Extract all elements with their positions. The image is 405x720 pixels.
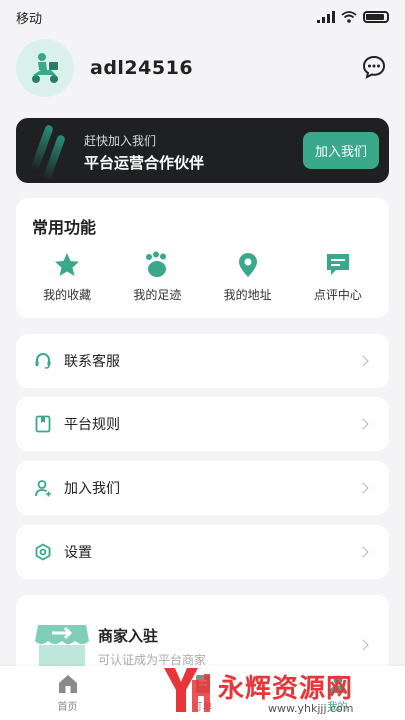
- menu-join-us[interactable]: 加入我们: [16, 461, 389, 515]
- avatar[interactable]: [16, 39, 74, 97]
- profile-header: adl24516: [16, 38, 389, 98]
- function-label: 我的地址: [223, 288, 272, 302]
- star-icon: [55, 253, 80, 276]
- function-label: 我的足迹: [133, 288, 182, 302]
- function-label: 我的收藏: [43, 288, 92, 302]
- menu-settings[interactable]: 设置: [16, 525, 389, 579]
- review-chat-icon: [326, 254, 349, 275]
- signal-icon: [317, 11, 335, 23]
- chevron-right-icon: [357, 546, 369, 558]
- review-center-entry[interactable]: 点评中心: [298, 250, 378, 303]
- status-bar: 移动: [0, 0, 405, 34]
- location-pin-icon: [238, 253, 257, 277]
- user-add-icon: [35, 480, 51, 497]
- menu-label: 加入我们: [64, 481, 120, 497]
- section-title: 常用功能: [32, 218, 97, 237]
- battery-icon: [363, 11, 389, 23]
- menu-platform-rules[interactable]: 平台规则: [16, 397, 389, 451]
- chevron-right-icon: [357, 639, 369, 651]
- chevron-right-icon: [357, 355, 369, 367]
- join-us-button[interactable]: 加入我们: [303, 132, 379, 169]
- merchant-title: 商家入驻: [98, 627, 159, 645]
- banner-title: 平台运营合作伙伴: [84, 154, 205, 172]
- chevron-right-icon: [357, 418, 369, 430]
- footprints-entry[interactable]: 我的足迹: [117, 250, 197, 303]
- chat-bubble-icon: [362, 55, 386, 79]
- carrier-label: 移动: [16, 11, 43, 27]
- footprint-icon: [146, 251, 167, 277]
- function-label: 点评中心: [313, 288, 362, 302]
- watermark-url: www.yhkjjj.com: [268, 702, 354, 715]
- tab-label: 首页: [57, 702, 78, 713]
- message-button[interactable]: [361, 54, 387, 84]
- username: adl24516: [90, 57, 194, 79]
- watermark-logo: [164, 668, 210, 712]
- book-icon: [35, 415, 51, 433]
- watermark-text: 永辉资源网: [218, 674, 354, 704]
- menu-customer-service[interactable]: 联系客服: [16, 334, 389, 388]
- watermark: 永辉资源网 www.yhkjjj.com: [156, 660, 396, 720]
- gear-icon: [35, 543, 51, 561]
- wifi-icon: [341, 11, 357, 23]
- menu-label: 设置: [64, 545, 92, 561]
- menu-label: 平台规则: [64, 417, 120, 433]
- chevron-right-icon: [357, 482, 369, 494]
- partner-banner[interactable]: 赶快加入我们 平台运营合作伙伴 加入我们: [16, 118, 389, 183]
- home-icon: [58, 675, 77, 693]
- tab-home[interactable]: 首页: [28, 673, 108, 713]
- status-icons: [317, 11, 389, 23]
- headset-icon: [35, 353, 51, 369]
- menu-label: 联系客服: [64, 354, 120, 370]
- scooter-rider-icon: [32, 53, 58, 83]
- favorites-entry[interactable]: 我的收藏: [27, 250, 107, 303]
- banner-subtitle: 赶快加入我们: [84, 134, 157, 148]
- address-entry[interactable]: 我的地址: [208, 250, 288, 303]
- common-functions-card: 常用功能 我的收藏 我的足迹 我的地址 点评中心: [16, 198, 389, 318]
